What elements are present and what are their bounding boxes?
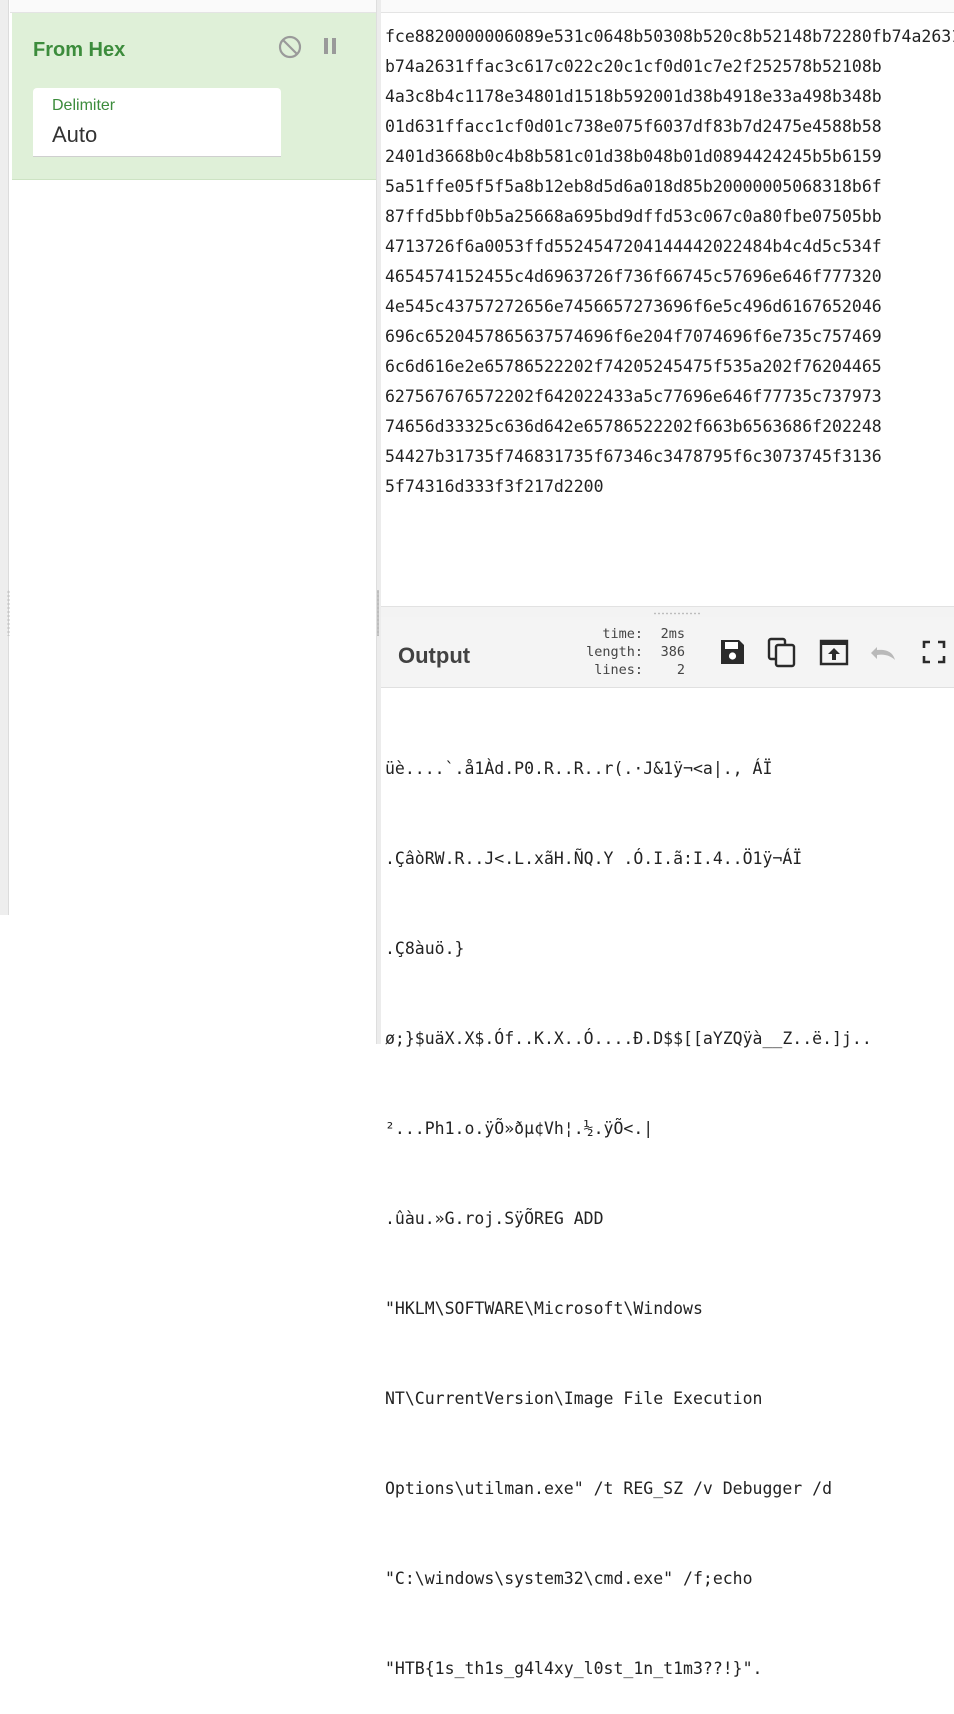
output-line: "C:\windows\system32\cmd.exe" /f;echo [385,1569,753,1588]
output-text[interactable]: üè....`.å1Àd.P0.R..R..r(.·J&1ÿ¬<a|., ÁÏ … [385,694,951,1714]
io-resize-handle[interactable] [653,612,701,615]
output-line: üè....`.å1Àd.P0.R..R..r(.·J&1ÿ¬<a|., ÁÏ [385,759,773,778]
output-line: .ÇâòRW.R..J<.L.xãH.ÑQ.Y .Ó.I.ã:I.4..Ö1ÿ¬… [385,849,803,868]
length-value: 386 [660,644,685,660]
output-line: "HTB{1s_th1s_g4l4xy_l0st_1n_t1m3??!}". [385,1659,763,1678]
length-label: length: [586,644,643,660]
column-resize-handle[interactable] [377,590,379,636]
operation-title: From Hex [33,39,126,61]
delimiter-field[interactable]: Delimiter Auto [33,88,281,157]
maximise-icon[interactable] [917,635,951,669]
output-line: Options\utilman.exe" /t REG_SZ /v Debugg… [385,1479,833,1498]
input-line: 4e545c43757272656e7456657273696f6e5c496d… [385,297,882,316]
input-line: 5f74316d333f3f217d2200 [385,477,604,496]
undo-icon[interactable] [867,635,901,669]
input-line: b74a2631ffac3c617c022c20c1cf0d01c7e2f252… [385,57,882,76]
output-line: .ûàu.»G.roj.SÿÕREG ADD [385,1209,604,1228]
disable-icon[interactable] [278,35,302,59]
time-value: 2ms [660,626,685,642]
delimiter-label: Delimiter [52,97,116,114]
recipe-header-edge [10,0,376,13]
lines-value: 2 [676,662,685,678]
input-line: 4a3c8b4c1178e34801d1518b592001d38b4918e3… [385,87,882,106]
input-line: 4654574152455c4d6963726f736f66745c57696e… [385,267,882,286]
output-line: ø;}$uäX.X$.Óf..K.X..Ó....Ð.D$$[[aYZQÿà__… [385,1029,872,1048]
left-panel-edge [0,0,9,915]
input-line: 2401d3668b0c4b8b581c01d38b048b01d0894424… [385,147,882,166]
input-line: 54427b31735f746831735f67346c3478795f6c30… [385,447,882,466]
input-line: 696c6520457865637574696f6e204f7074696f6e… [385,327,882,346]
save-icon[interactable] [715,635,749,669]
input-line: 5a51ffe05f5f5a8b12eb8d5d6a018d85b2000000… [385,177,882,196]
input-text[interactable]: fce8820000006089e531c0648b50308b520c8b52… [385,22,954,502]
pause-icon[interactable] [320,38,340,56]
recipe-panel: From Hex Delimiter Auto [10,0,376,1044]
lines-label: lines: [594,662,643,678]
output-stats: time: 2ms length: 386 lines: 2 [567,625,685,679]
delimiter-value[interactable]: Auto [52,122,97,148]
output-line: .Ç8àuö.} [385,939,465,958]
input-textarea[interactable]: fce8820000006089e531c0648b50308b520c8b52… [381,0,954,606]
output-header: Output time: 2ms length: 386 lines: 2 [381,617,954,688]
input-line: 74656d33325c636d642e65786522202f663b6563… [385,417,882,436]
output-line: "HKLM\SOFTWARE\Microsoft\Windows [385,1299,703,1318]
output-line: ²...Ph1.o.ÿÕ»ðµ¢Vh¦.½.ÿÕ<.| [385,1119,654,1138]
input-line: 6c6d616e2e65786522202f74205245475f535a20… [385,357,882,376]
output-title: Output [398,643,471,668]
input-line: 627567676572202f642022433a5c77696e646f77… [385,387,882,406]
operation-from-hex[interactable]: From Hex Delimiter Auto [12,13,376,180]
input-line: 4713726f6a0053ffd5524547204144442022484b… [385,237,882,256]
input-header-edge [381,0,954,13]
copy-icon[interactable] [765,635,799,669]
output-line: NT\CurrentVersion\Image File Execution [385,1389,763,1408]
time-label: time: [602,626,643,642]
input-line: 87ffd5bbf0b5a25668a695bd9dffd53c067c0a80… [385,207,882,226]
input-line: fce8820000006089e531c0648b50308b520c8b52… [385,27,954,46]
input-line: 01d631ffacc1cf0d01c738e075f6037df83b7d24… [385,117,882,136]
replace-input-icon[interactable] [817,635,851,669]
